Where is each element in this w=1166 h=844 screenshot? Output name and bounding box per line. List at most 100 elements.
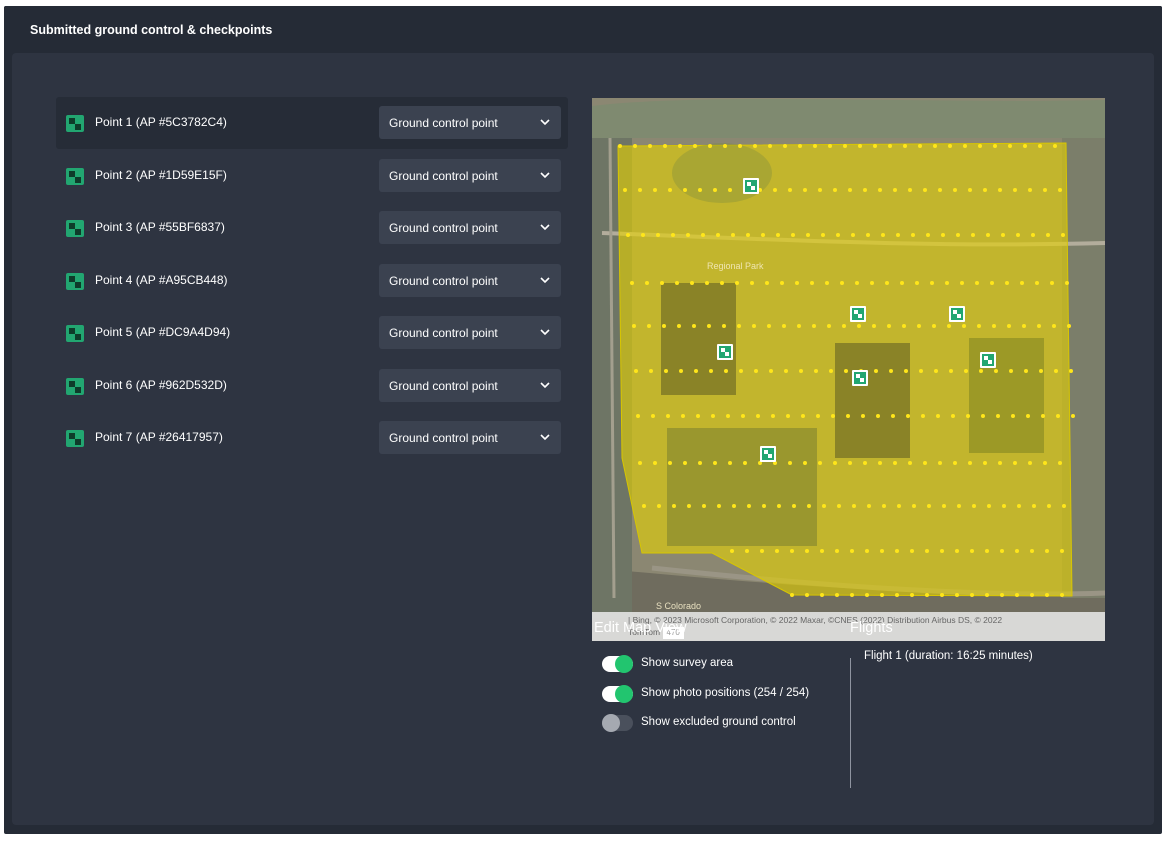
photo-position-dot: [716, 233, 720, 237]
photo-position-dot: [831, 414, 835, 418]
ground-control-marker-icon[interactable]: [743, 178, 759, 194]
flights-section: Flights Flight 1 (duration: 16:25 minute…: [850, 620, 1033, 662]
checkered-marker-icon: [66, 377, 84, 395]
photo-position-dot: [806, 233, 810, 237]
point-label: Point 4 (AP #A95CB448): [95, 272, 228, 287]
photo-position-dot: [698, 188, 702, 192]
point-type-select[interactable]: Ground control point: [379, 421, 561, 454]
point-row-3[interactable]: Point 3 (AP #55BF6837) Ground control po…: [56, 202, 568, 254]
excluded-ground-control-toggle[interactable]: [602, 714, 633, 732]
photo-position-dot: [923, 188, 927, 192]
photo-position-dot: [771, 414, 775, 418]
photo-position-dot: [981, 414, 985, 418]
satellite-map[interactable]: Regional Park S Colorado: [592, 98, 1105, 641]
point-type-select[interactable]: Ground control point: [379, 211, 561, 244]
photo-position-dot: [818, 188, 822, 192]
photo-position-dot: [908, 461, 912, 465]
page-title: Submitted ground control & checkpoints: [30, 23, 273, 37]
photo-position-dot: [833, 188, 837, 192]
photo-position-dot: [828, 144, 832, 148]
photo-position-dot: [820, 593, 824, 597]
photo-position-dot: [666, 414, 670, 418]
photo-position-dot: [993, 144, 997, 148]
photo-position-dot: [636, 414, 640, 418]
photo-position-dot: [957, 504, 961, 508]
photo-position-dot: [818, 461, 822, 465]
photo-position-dot: [925, 593, 929, 597]
point-type-select[interactable]: Ground control point: [379, 316, 561, 349]
flight-item[interactable]: Flight 1 (duration: 16:25 minutes): [864, 650, 1033, 662]
photo-position-dot: [897, 504, 901, 508]
point-type-select[interactable]: Ground control point: [379, 158, 561, 192]
photo-position-dot: [648, 144, 652, 148]
ground-control-marker-icon[interactable]: [717, 344, 733, 360]
photo-position-dot: [994, 369, 998, 373]
photo-position-dot: [855, 281, 859, 285]
photo-position-dot: [962, 324, 966, 328]
photo-position-dot: [837, 504, 841, 508]
toggle-row-survey-area[interactable]: Show survey area: [594, 649, 733, 679]
point-row-2[interactable]: Point 2 (AP #1D59E15F) Ground control po…: [56, 150, 568, 202]
photo-position-dot: [912, 504, 916, 508]
point-row-1[interactable]: Point 1 (AP #5C3782C4) Ground control po…: [56, 97, 568, 149]
point-row-5[interactable]: Point 5 (AP #DC9A4D94) Ground control po…: [56, 307, 568, 359]
photo-position-dot: [696, 414, 700, 418]
photo-position-dot: [880, 593, 884, 597]
photo-position-dot: [932, 324, 936, 328]
photo-position-dot: [814, 369, 818, 373]
photo-position-dot: [863, 188, 867, 192]
point-type-value: Ground control point: [389, 221, 498, 235]
photo-position-dot: [1000, 549, 1004, 553]
ground-control-marker-icon[interactable]: [850, 306, 866, 322]
point-type-select[interactable]: Ground control point: [379, 263, 561, 297]
photo-position-dot: [732, 504, 736, 508]
photo-position-dot: [836, 233, 840, 237]
toggle-row-photo-positions[interactable]: Show photo positions (254 / 254): [594, 679, 809, 709]
photo-positions-toggle[interactable]: [602, 684, 633, 703]
point-type-select[interactable]: Ground control point: [379, 106, 561, 139]
photo-position-dot: [1020, 281, 1024, 285]
toggle-label: Show survey area: [641, 657, 734, 669]
survey-map[interactable]: Regional Park S Colorado | Bing, © 2023 …: [592, 98, 1105, 641]
photo-position-dot: [1053, 144, 1057, 148]
photo-position-dot: [638, 188, 642, 192]
photo-position-dot: [777, 504, 781, 508]
toggle-label: Show photo positions (254 / 254): [641, 686, 810, 699]
point-type-select[interactable]: Ground control point: [379, 368, 561, 402]
photo-position-dot: [653, 461, 657, 465]
photo-position-dot: [925, 549, 929, 553]
ground-control-marker-icon[interactable]: [980, 352, 996, 368]
photo-position-dot: [1038, 144, 1042, 148]
photo-position-dot: [941, 233, 945, 237]
point-row-6[interactable]: Point 6 (AP #962D532D) Ground control po…: [56, 360, 568, 412]
photo-position-dot: [948, 144, 952, 148]
photo-position-dot: [1037, 324, 1041, 328]
point-type-value: Ground control point: [389, 431, 498, 445]
photo-position-dot: [792, 504, 796, 508]
photo-position-dot: [623, 188, 627, 192]
photo-position-dot: [992, 324, 996, 328]
photo-position-dot: [889, 369, 893, 373]
photo-position-dot: [1060, 549, 1064, 553]
photo-position-dot: [1035, 281, 1039, 285]
photo-position-dot: [632, 324, 636, 328]
photo-position-dot: [923, 461, 927, 465]
toggle-row-excluded-gcp[interactable]: Show excluded ground control: [594, 708, 796, 738]
photo-position-dot: [1028, 461, 1032, 465]
photo-position-dot: [692, 324, 696, 328]
photo-position-dot: [903, 144, 907, 148]
photo-position-dot: [850, 549, 854, 553]
survey-area-toggle[interactable]: [602, 655, 633, 673]
point-type-value: Ground control point: [389, 116, 498, 130]
photo-position-dot: [895, 593, 899, 597]
ground-control-marker-icon[interactable]: [852, 370, 868, 386]
photo-position-dot: [979, 369, 983, 373]
photo-position-dot: [709, 369, 713, 373]
ground-control-marker-icon[interactable]: [949, 306, 965, 322]
point-row-4[interactable]: Point 4 (AP #A95CB448) Ground control po…: [56, 255, 568, 307]
ground-control-marker-icon[interactable]: [760, 446, 776, 462]
photo-position-dot: [938, 188, 942, 192]
photo-position-dot: [936, 414, 940, 418]
map-road-label: S Colorado: [656, 601, 701, 611]
point-row-7[interactable]: Point 7 (AP #26417957) Ground control po…: [56, 412, 568, 464]
